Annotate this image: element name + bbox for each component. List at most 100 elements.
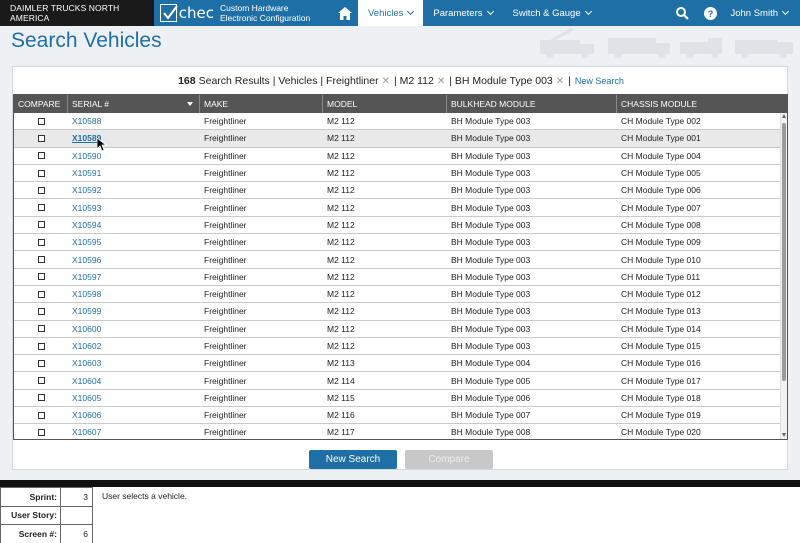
compare-checkbox[interactable] (37, 169, 45, 177)
table-row[interactable]: X10607 Freightliner M2 117 BH Module Type 0… (14, 424, 787, 439)
serial-cell: X10600 (68, 324, 200, 334)
nav-vehicles[interactable]: Vehicles (358, 0, 424, 26)
serial-cell: X10592 (68, 185, 200, 195)
col-model[interactable]: MODEL (323, 95, 447, 113)
table-row[interactable]: X10589 Freightliner M2 112 BH Module Type 0… (14, 130, 787, 148)
compare-checkbox[interactable] (37, 273, 45, 281)
col-make[interactable]: MAKE (200, 95, 323, 113)
serial-link[interactable]: X10597 (72, 272, 101, 282)
remove-filter-icon[interactable]: ✕ (437, 76, 445, 87)
compare-checkbox-cell (14, 238, 68, 246)
compare-checkbox[interactable] (37, 307, 45, 315)
compare-checkbox[interactable] (37, 325, 45, 333)
col-bulkhead[interactable]: BULKHEAD MODULE (447, 95, 617, 113)
serial-link[interactable]: X10602 (72, 341, 101, 351)
model-cell: M2 112 (327, 341, 355, 351)
serial-link[interactable]: X10607 (72, 427, 101, 437)
nav-switch-gauge[interactable]: Switch & Gauge (503, 0, 601, 26)
compare-checkbox[interactable] (37, 221, 45, 229)
serial-link[interactable]: X10603 (72, 358, 101, 368)
serial-link[interactable]: X10600 (72, 324, 101, 334)
table-row[interactable]: X10602 Freightliner M2 112 BH Module Type 0… (14, 338, 787, 356)
remove-filter-icon[interactable]: ✕ (556, 76, 564, 87)
table-row[interactable]: X10599 Freightliner M2 112 BH Module Type 0… (14, 303, 787, 321)
make-cell: Freightliner (204, 323, 247, 334)
compare-checkbox-cell (14, 204, 68, 212)
table-row[interactable]: X10603 Freightliner M2 113 BH Module Type 0… (14, 355, 787, 373)
compare-checkbox[interactable] (37, 152, 45, 160)
nav-switch-gauge-label: Switch & Gauge (512, 7, 581, 19)
col-compare[interactable]: COMPARE (14, 95, 68, 113)
new-search-link[interactable]: New Search (575, 76, 624, 86)
compare-checkbox[interactable] (37, 342, 45, 350)
serial-link[interactable]: X10594 (72, 220, 101, 230)
scroll-thumb[interactable] (782, 123, 786, 381)
compare-checkbox-cell (14, 169, 68, 177)
model-cell: M2 115 (327, 392, 355, 403)
compare-checkbox[interactable] (37, 377, 45, 385)
table-row[interactable]: X10591 Freightliner M2 112 BH Module Type 0… (14, 165, 787, 183)
compare-checkbox[interactable] (37, 359, 45, 367)
table-row[interactable]: X10592 Freightliner M2 112 BH Module Type 0… (14, 182, 787, 200)
table-row[interactable]: X10595 Freightliner M2 112 BH Module Type 0… (14, 234, 787, 252)
table-row[interactable]: X10590 Freightliner M2 112 BH Module Type 0… (14, 148, 787, 165)
model-cell: M2 116 (327, 410, 355, 421)
mouse-cursor-icon (97, 138, 107, 152)
serial-link[interactable]: X10605 (72, 393, 101, 403)
serial-link[interactable]: X10593 (72, 203, 101, 213)
chevron-down-icon (584, 7, 592, 16)
serial-link[interactable]: X10606 (72, 410, 101, 420)
serial-link[interactable]: X10596 (72, 255, 101, 265)
home-button[interactable] (332, 0, 358, 26)
table-row[interactable]: X10596 Freightliner M2 112 BH Module Type 0… (14, 251, 787, 269)
help-icon: ? (703, 6, 717, 20)
serial-link[interactable]: X10598 (72, 289, 101, 299)
table-row[interactable]: X10594 Freightliner M2 112 BH Module Type 0… (14, 217, 787, 235)
compare-checkbox[interactable] (37, 394, 45, 402)
table-row[interactable]: X10600 Freightliner M2 112 BH Module Type 0… (14, 321, 787, 338)
chec-logo[interactable]: chec (154, 0, 214, 26)
table-row[interactable]: X10597 Freightliner M2 112 BH Module Type 0… (14, 269, 787, 286)
help-button[interactable]: ? (696, 0, 724, 26)
remove-filter-icon[interactable]: ✕ (382, 76, 390, 87)
bulkhead-cell: BH Module Type 008 (451, 427, 531, 438)
table-row[interactable]: X10588 Freightliner M2 112 BH Module Type 0… (14, 113, 787, 131)
serial-link[interactable]: X10604 (72, 376, 101, 386)
table-row[interactable]: X10598 Freightliner M2 112 BH Module Type 0… (14, 286, 787, 304)
bulkhead-cell: BH Module Type 003 (451, 254, 531, 265)
compare-checkbox[interactable] (37, 117, 45, 125)
compare-checkbox[interactable] (37, 186, 45, 194)
col-serial[interactable]: SERIAL # (68, 95, 200, 113)
new-search-button[interactable]: New Search (309, 450, 397, 469)
scroll-down-icon[interactable] (782, 433, 786, 437)
serial-link[interactable]: X10588 (72, 116, 101, 126)
serial-link[interactable]: X10595 (72, 237, 101, 247)
model-cell: M2 113 (327, 358, 355, 369)
scroll-up-icon[interactable] (782, 114, 786, 118)
serial-link[interactable]: X10599 (72, 306, 101, 316)
search-button[interactable] (668, 0, 696, 26)
serial-link[interactable]: X10592 (72, 185, 101, 195)
col-chassis[interactable]: CHASSIS MODULE (617, 95, 787, 113)
compare-button[interactable]: Compare (405, 450, 493, 469)
compare-checkbox[interactable] (37, 204, 45, 212)
compare-checkbox[interactable] (37, 256, 45, 264)
user-menu[interactable]: John Smith (724, 8, 800, 19)
table-row[interactable]: X10604 Freightliner M2 114 BH Module Type 0… (14, 372, 787, 390)
table-scrollbar[interactable] (780, 113, 787, 439)
compare-checkbox[interactable] (37, 134, 45, 142)
app-title-line1: Custom Hardware (220, 3, 289, 13)
bulkhead-cell: BH Module Type 003 (451, 271, 531, 282)
serial-link[interactable]: X10591 (72, 168, 101, 178)
compare-checkbox[interactable] (37, 290, 45, 298)
table-row[interactable]: X10593 Freightliner M2 112 BH Module Type 0… (14, 199, 787, 217)
table-row[interactable]: X10605 Freightliner M2 115 BH Module Type 0… (14, 390, 787, 408)
serial-cell: X10588 (68, 116, 200, 126)
compare-checkbox[interactable] (37, 238, 45, 246)
serial-cell: X10594 (68, 220, 200, 230)
nav-parameters[interactable]: Parameters (423, 0, 502, 26)
serial-link[interactable]: X10590 (72, 151, 101, 161)
compare-checkbox[interactable] (37, 428, 45, 436)
table-row[interactable]: X10606 Freightliner M2 116 BH Module Type 0… (14, 407, 787, 425)
compare-checkbox[interactable] (37, 411, 45, 419)
